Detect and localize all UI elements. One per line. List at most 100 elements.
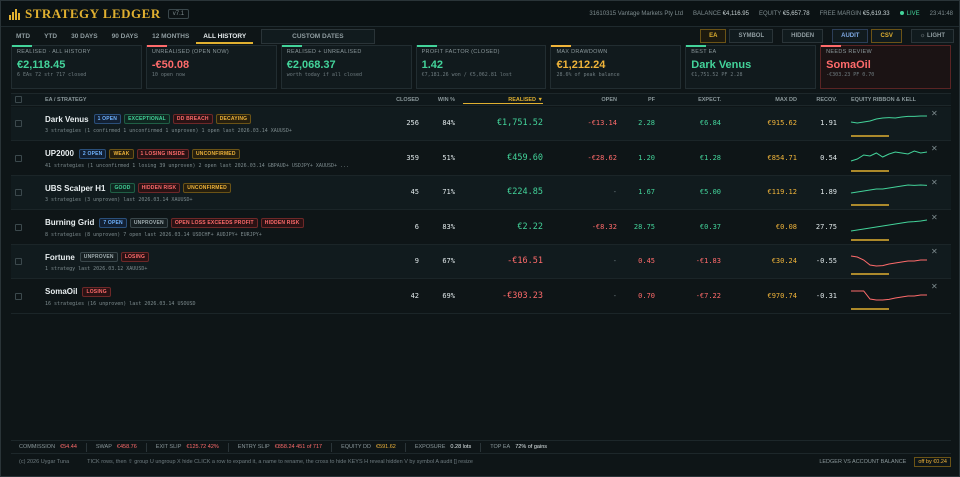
max-dd-value: €30.24 xyxy=(771,257,797,265)
status-badge: OPEN LOSS EXCEEDS PROFIT xyxy=(170,217,258,228)
col-pf[interactable]: PF xyxy=(627,97,655,103)
sparkline-path xyxy=(851,290,927,300)
ea-row[interactable]: Fortune UNPROVEN LOSING 1 strategy last 202… xyxy=(11,245,951,279)
app-title: STRATEGY LEDGER xyxy=(25,5,161,21)
kpi-subtext: 28.6% of peak balance xyxy=(556,72,620,78)
col-open[interactable]: OPEN xyxy=(571,97,617,103)
expectancy-value: €5.00 xyxy=(699,188,721,196)
closed-count: 42 xyxy=(410,291,419,300)
win-pct: 67% xyxy=(442,257,455,265)
closed-count: 45 xyxy=(410,188,419,196)
close-icon[interactable]: ✕ xyxy=(931,178,938,187)
max-dd-value: €970.74 xyxy=(767,291,797,300)
top-header: STRATEGY LEDGER v7.1 31610315 Vantage Ma… xyxy=(1,1,959,27)
ea-meta: 3 strategies (3 unproven) last 2026.03.1… xyxy=(45,197,193,203)
col-recov[interactable]: RECOV. xyxy=(807,97,837,103)
recovery-value: 1.89 xyxy=(820,188,837,196)
row-checkbox[interactable] xyxy=(15,154,22,162)
closed-count: 256 xyxy=(406,119,419,127)
expectancy-value: -€1.83 xyxy=(695,257,721,265)
select-all-checkbox[interactable] xyxy=(15,96,22,103)
equity-dd-label: EQUITY DD xyxy=(341,444,371,450)
status-badge: DECAYING xyxy=(215,114,252,124)
expectancy-value: -€7.22 xyxy=(695,291,721,300)
ea-name[interactable]: SomaOil xyxy=(45,287,77,296)
status-badge: 7 OPEN xyxy=(99,217,127,228)
light-theme-button[interactable]: ☼ LIGHT xyxy=(910,29,954,43)
ea-row[interactable]: UBS Scalper H1 GOOD HIDDEN RISK UNCONFIRMED… xyxy=(11,176,951,210)
entry-slip-value: €858.24 451 of 717 xyxy=(274,444,323,450)
kpi-cards: REALISED · ALL HISTORY €2,118.45 6 EAs 72 … xyxy=(11,45,952,89)
status-badge: LOSING xyxy=(120,252,150,262)
free-margin-label: FREE MARGIN xyxy=(819,10,862,17)
ea-row[interactable]: Burning Grid 7 OPEN UNPROVEN OPEN LOSS EXCE… xyxy=(11,211,951,245)
kpi-card: PROFIT FACTOR (CLOSED) 1.42 €7,181.26 won … xyxy=(415,45,547,89)
entry-slip-label: ENTRY SLIP xyxy=(237,444,270,450)
row-checkbox[interactable] xyxy=(15,120,22,127)
status-badge: 1 LOSING INSIDE xyxy=(136,148,189,159)
commission-label: COMMISSION xyxy=(19,444,56,450)
col-equity-ribbon[interactable]: EQUITY RIBBON & KELL xyxy=(851,97,916,103)
period-tabs: MTD YTD 30 DAYS 90 DAYS 12 MONTHS ALL HI… xyxy=(1,27,959,45)
kpi-card[interactable]: NEEDS REVIEW SomaOil -€303.23 PF 0.70 xyxy=(820,45,952,89)
pf-value: 0.45 xyxy=(638,257,655,265)
show-hidden-button[interactable]: HIDDEN xyxy=(782,29,824,43)
ea-name[interactable]: Burning Grid xyxy=(45,218,94,227)
col-max-dd[interactable]: MAX DD xyxy=(741,97,797,103)
status-badge: HIDDEN RISK xyxy=(137,183,181,193)
top-ea-value: 72% of gains xyxy=(515,444,548,450)
col-ea-strategy[interactable]: EA / STRATEGY xyxy=(45,97,87,103)
tab-mtd[interactable]: MTD xyxy=(9,29,37,44)
close-icon[interactable]: ✕ xyxy=(931,282,938,291)
tab-12-months[interactable]: 12 MONTHS xyxy=(145,29,196,44)
closed-count: 359 xyxy=(406,153,419,162)
sparkline-path xyxy=(850,149,928,161)
close-icon[interactable]: ✕ xyxy=(931,144,938,153)
live-dot-icon xyxy=(899,10,904,15)
row-checkbox[interactable] xyxy=(15,223,22,231)
tab-ytd[interactable]: YTD xyxy=(37,29,64,44)
pf-value: 28.75 xyxy=(633,222,655,231)
ea-name[interactable]: UP2000 xyxy=(45,149,74,158)
group-by-symbol-button[interactable]: SYMBOL xyxy=(729,29,774,43)
recovery-value: -0.55 xyxy=(815,257,837,265)
group-by-ea-button[interactable]: EA xyxy=(700,29,727,43)
open-value: -€8.32 xyxy=(591,222,617,231)
tab-30-days[interactable]: 30 DAYS xyxy=(64,29,105,44)
close-icon[interactable]: ✕ xyxy=(931,213,938,222)
close-icon[interactable]: ✕ xyxy=(931,247,938,256)
close-icon[interactable]: ✕ xyxy=(931,109,938,118)
ea-row[interactable]: UP2000 2 OPEN WEAK 1 LOSING INSIDE UNCONFIRM… xyxy=(11,142,951,176)
row-checkbox[interactable] xyxy=(15,258,22,265)
col-expect[interactable]: EXPECT. xyxy=(671,97,721,103)
row-checkbox[interactable] xyxy=(15,292,22,300)
version-badge: v7.1 xyxy=(167,8,190,19)
open-value: - xyxy=(612,257,617,265)
col-win-pct[interactable]: WIN % xyxy=(429,97,455,103)
ea-name[interactable]: Dark Venus xyxy=(45,115,89,124)
ea-name[interactable]: UBS Scalper H1 xyxy=(45,184,105,193)
status-badge: LOSING xyxy=(82,286,111,297)
tab-90-days[interactable]: 90 DAYS xyxy=(105,29,146,44)
col-realised[interactable]: REALISED ▼ xyxy=(463,97,543,104)
ea-row[interactable]: Dark Venus 1 OPEN EXCEPTIONAL DD BREACH DECA… xyxy=(11,107,951,141)
equity-label: EQUITY xyxy=(758,10,782,17)
kpi-label: REALISED + UNREALISED xyxy=(286,49,362,55)
account-summary: 31610315 Vantage Markets Pty Ltd BALANCE… xyxy=(589,10,953,17)
light-label: LIGHT xyxy=(927,33,945,39)
ea-name[interactable]: Fortune xyxy=(45,253,75,262)
tab-all-history[interactable]: ALL HISTORY xyxy=(196,29,254,44)
status-badge: UNCONFIRMED xyxy=(183,183,231,193)
equity-sparkline xyxy=(851,290,927,310)
row-checkbox[interactable] xyxy=(15,189,22,196)
custom-dates-button[interactable]: CUSTOM DATES xyxy=(261,28,375,44)
ea-row[interactable]: SomaOil LOSING 16 strategies (16 unproven)… xyxy=(11,280,951,314)
col-closed[interactable]: CLOSED xyxy=(389,97,419,103)
audit-button[interactable]: AUDIT xyxy=(832,29,869,43)
view-toggles: EA SYMBOL HIDDEN AUDIT CSV ☼ LIGHT xyxy=(700,29,954,43)
kpi-card[interactable]: BEST EA Dark Venus €1,751.52 PF 2.28 xyxy=(685,45,817,89)
kpi-card: UNREALISED (OPEN NOW) -€50.08 10 open now xyxy=(145,45,277,89)
csv-export-button[interactable]: CSV xyxy=(871,29,902,43)
max-dd-value: €854.71 xyxy=(767,153,797,162)
kpi-label: REALISED · ALL HISTORY xyxy=(17,49,91,55)
